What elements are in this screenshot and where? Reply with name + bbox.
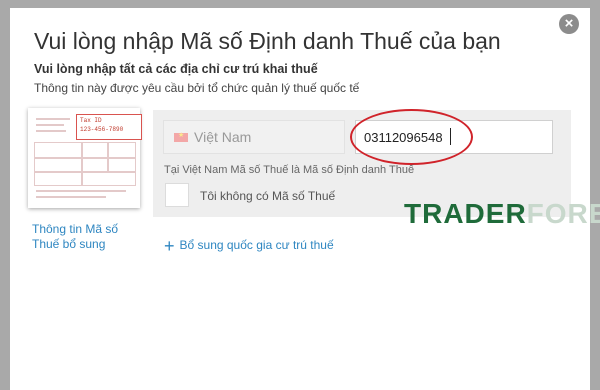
watermark-part1: TRADER: [404, 198, 527, 229]
plus-icon: +: [164, 236, 175, 256]
tax-id-callout: Tax ID 123-456-7890: [76, 114, 142, 140]
additional-tax-info-link[interactable]: Thông tin Mã số Thuế bổ sung: [32, 222, 142, 252]
form-cell: [34, 158, 82, 172]
form-line: [36, 124, 64, 126]
form-cell: [82, 158, 108, 172]
tax-id-input[interactable]: [355, 120, 553, 154]
no-tin-label: Tôi không có Mã số Thuế: [200, 189, 336, 203]
tax-id-label: Tax ID: [80, 117, 102, 124]
form-line: [36, 196, 106, 198]
form-line: [36, 118, 70, 120]
traderforex-watermark: TRADERFOREX: [404, 198, 600, 230]
tax-info-link-line2[interactable]: Thuế bổ sung: [32, 237, 142, 252]
add-tax-residence-button[interactable]: + Bổ sung quốc gia cư trú thuế: [164, 236, 334, 257]
form-cell: [34, 142, 82, 158]
form-cell: [108, 158, 136, 172]
no-tin-checkbox[interactable]: [165, 183, 189, 207]
vietnam-flag-icon: [174, 131, 188, 142]
dialog-title: Vui lòng nhập Mã số Định danh Thuế của b…: [34, 28, 501, 54]
tax-info-link-line1[interactable]: Thông tin Mã số: [32, 222, 142, 237]
form-cell: [82, 142, 108, 158]
form-line: [36, 190, 126, 192]
text-caret: [450, 128, 451, 145]
form-line: [36, 130, 66, 132]
form-cell: [34, 172, 82, 186]
tax-id-value: 123-456-7890: [80, 126, 124, 133]
close-icon[interactable]: ×: [559, 14, 579, 34]
country-name: Việt Nam: [194, 129, 252, 145]
form-cell: [108, 142, 136, 158]
tax-form-thumbnail[interactable]: Tax ID 123-456-7890: [28, 108, 142, 208]
country-select[interactable]: Việt Nam: [163, 120, 345, 154]
dialog-info-text: Thông tin này được yêu cầu bởi tổ chức q…: [34, 81, 360, 95]
tin-hint-text: Tại Việt Nam Mã số Thuế là Mã số Định da…: [164, 164, 415, 176]
add-country-label: Bổ sung quốc gia cư trú thuế: [179, 238, 334, 252]
dialog-subtitle: Vui lòng nhập tất cả các địa chỉ cư trú …: [34, 62, 318, 76]
form-cell: [82, 172, 136, 186]
watermark-part2: FOREX: [526, 198, 600, 229]
